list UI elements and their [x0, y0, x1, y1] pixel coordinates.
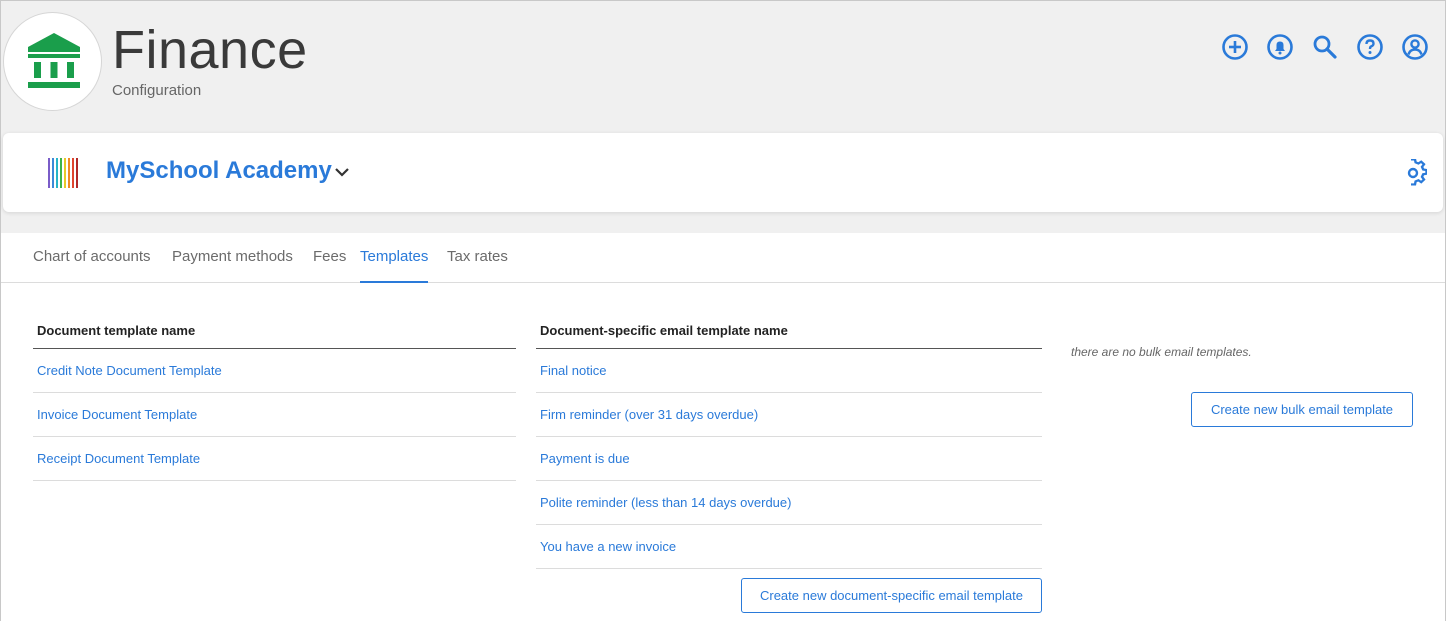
document-templates-header: Document template name	[33, 323, 516, 349]
tab-payment-methods[interactable]: Payment methods	[172, 248, 293, 283]
document-templates-list: Document template name Credit Note Docum…	[33, 323, 516, 481]
add-circle-icon[interactable]	[1221, 33, 1249, 61]
email-templates-list: Document-specific email template name Fi…	[536, 323, 1042, 569]
list-item[interactable]: Firm reminder (over 31 days overdue)	[536, 393, 1042, 437]
help-icon[interactable]	[1356, 33, 1384, 61]
school-selector-card: MySchool Academy	[3, 133, 1443, 212]
list-item[interactable]: Payment is due	[536, 437, 1042, 481]
create-email-template-button[interactable]: Create new document-specific email templ…	[741, 578, 1042, 613]
page-subtitle: Configuration	[112, 82, 202, 99]
list-item[interactable]: Polite reminder (less than 14 days overd…	[536, 481, 1042, 525]
list-item[interactable]: Final notice	[536, 349, 1042, 393]
list-item[interactable]: Credit Note Document Template	[33, 349, 516, 393]
email-templates-header: Document-specific email template name	[536, 323, 1042, 349]
bank-icon	[28, 33, 80, 88]
tab-tax-rates[interactable]: Tax rates	[447, 248, 508, 283]
finance-logo	[3, 12, 102, 111]
school-logo-icon	[48, 158, 78, 188]
account-icon[interactable]	[1401, 33, 1429, 61]
header-actions	[1221, 33, 1429, 61]
app-header: Finance Configuration	[1, 1, 1445, 121]
bell-icon[interactable]	[1266, 33, 1294, 61]
main-panel: Chart of accounts Payment methods Fees T…	[1, 233, 1445, 621]
tab-chart-of-accounts[interactable]: Chart of accounts	[33, 248, 151, 283]
list-item[interactable]: Invoice Document Template	[33, 393, 516, 437]
tab-fees[interactable]: Fees	[313, 248, 346, 283]
tab-templates[interactable]: Templates	[360, 248, 429, 283]
bulk-email-empty-note: there are no bulk email templates.	[1071, 345, 1252, 359]
school-name[interactable]: MySchool Academy	[106, 157, 332, 185]
chevron-down-icon[interactable]	[333, 165, 351, 179]
list-item[interactable]: Receipt Document Template	[33, 437, 516, 481]
search-icon[interactable]	[1311, 33, 1339, 61]
tab-bar: Chart of accounts Payment methods Fees T…	[1, 233, 1445, 283]
page-title: Finance	[112, 20, 308, 80]
gear-icon[interactable]	[1399, 159, 1427, 187]
list-item[interactable]: You have a new invoice	[536, 525, 1042, 569]
create-bulk-email-template-button[interactable]: Create new bulk email template	[1191, 392, 1413, 427]
